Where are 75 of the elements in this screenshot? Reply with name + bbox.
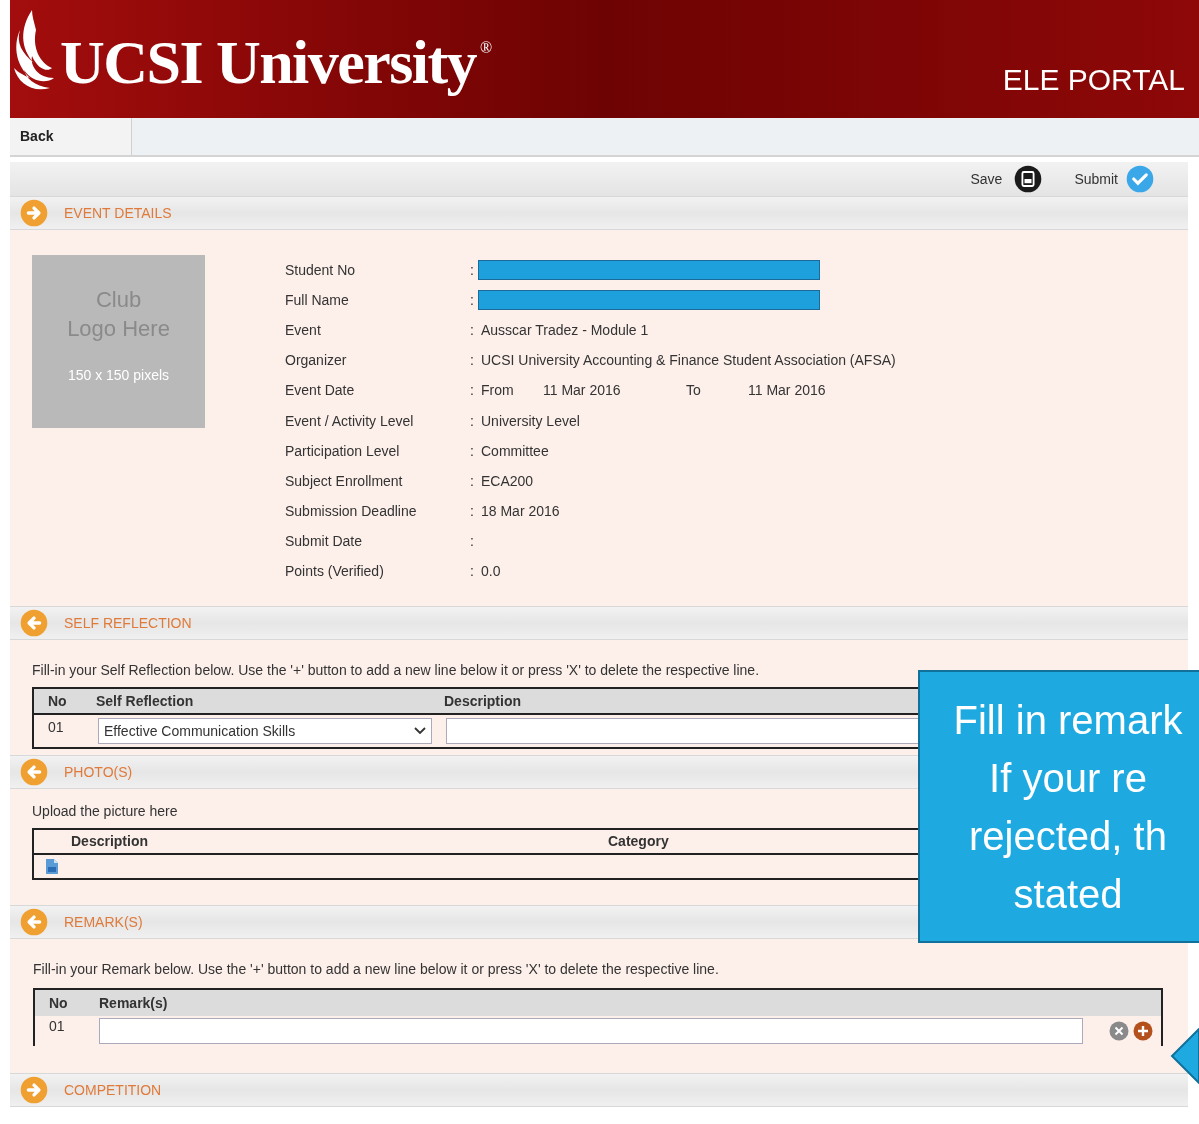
- column-header: Category: [608, 832, 669, 851]
- delete-icon[interactable]: [1109, 1021, 1129, 1041]
- field-value: 11 Mar 2016: [748, 381, 826, 401]
- registered-mark: ®: [479, 38, 493, 58]
- colon: :: [470, 441, 475, 461]
- field-value: 11 Mar 2016: [543, 381, 622, 401]
- colon: :: [470, 411, 475, 431]
- field-label: Organizer: [285, 351, 348, 371]
- instruction-text: Fill-in your Self Reflection below. Use the '+' button to add a new line below it or press 'X' to delete the respective line.: [32, 661, 761, 680]
- field-label: From: [481, 381, 515, 401]
- callout-text: Fill in remark: [953, 696, 1183, 744]
- field-label: Student No: [285, 260, 357, 280]
- check-icon: [1126, 165, 1154, 193]
- field-value: 18 Mar 2016: [481, 502, 560, 522]
- arrow-left-icon[interactable]: [20, 908, 48, 936]
- field-label: To: [686, 381, 702, 401]
- field-label: Event: [285, 320, 322, 340]
- instruction-text: Fill-in your Remark below. Use the '+' button to add a new line below it or press 'X' to delete the respective line.: [33, 960, 720, 979]
- save-button[interactable]: Save: [970, 165, 1043, 193]
- placeholder-size: 150 x 150 pixels: [67, 366, 170, 385]
- column-header: Description: [70, 832, 149, 851]
- callout-pointer-tooltip: [1170, 1028, 1199, 1084]
- section-title: EVENT DETAILS: [64, 203, 172, 223]
- colon: :: [470, 381, 475, 401]
- section-header[interactable]: COMPETITION: [10, 1073, 1188, 1107]
- instruction-text: Upload the picture here: [32, 802, 179, 821]
- self-reflection-select[interactable]: Effective Communication Skills: [98, 718, 432, 744]
- field-label: Participation Level: [285, 441, 401, 461]
- arrow-right-icon[interactable]: [20, 1076, 48, 1104]
- section-title: COMPETITION: [64, 1080, 162, 1100]
- row-number: 01: [48, 1017, 66, 1036]
- arrow-left-icon[interactable]: [20, 609, 48, 637]
- field-label: Full Name: [285, 290, 350, 310]
- field-value: 0.0: [481, 562, 501, 582]
- field-label: Event / Activity Level: [285, 411, 415, 431]
- field-value: ECA200: [481, 471, 534, 491]
- save-icon: [1014, 165, 1043, 193]
- file-upload-icon[interactable]: [44, 858, 60, 875]
- chevron-down-icon: [414, 727, 426, 735]
- field-value: Committee: [481, 441, 549, 461]
- colon: :: [470, 290, 475, 310]
- section-title: REMARK(S): [64, 912, 143, 932]
- field-value: Ausscar Tradez - Module 1: [481, 320, 649, 340]
- field-label: Subject Enrollment: [285, 471, 404, 491]
- column-header: No: [48, 993, 69, 1013]
- section-title: PHOTO(S): [64, 762, 133, 782]
- field-label: Points (Verified): [285, 562, 385, 582]
- colon: :: [470, 260, 475, 280]
- remark-input[interactable]: [99, 1018, 1083, 1044]
- submit-button[interactable]: Submit: [1074, 165, 1154, 193]
- portal-title: ELE PORTAL: [1002, 62, 1185, 98]
- field-value: UCSI University Accounting & Finance Student Association (AFSA): [481, 351, 896, 371]
- row-number: 01: [47, 718, 65, 737]
- section-header[interactable]: EVENT DETAILS: [10, 196, 1188, 230]
- colon: :: [470, 351, 475, 371]
- column-header: Remark(s): [99, 993, 168, 1013]
- field-label: Event Date: [285, 381, 356, 401]
- column-header: Description: [444, 691, 521, 711]
- section-title: SELF REFLECTION: [64, 613, 192, 633]
- field-value: University Level: [481, 411, 580, 431]
- colon: :: [470, 532, 475, 552]
- add-icon[interactable]: [1133, 1021, 1153, 1041]
- colon: :: [470, 562, 475, 582]
- column-header: No: [47, 691, 68, 711]
- callout-text: rejected, th: [969, 812, 1167, 860]
- arrow-left-icon[interactable]: [20, 758, 48, 786]
- section-header[interactable]: SELF REFLECTION: [10, 606, 1188, 640]
- arrow-right-icon[interactable]: [20, 199, 48, 227]
- colon: :: [470, 320, 475, 340]
- field-label: Submission Deadline: [285, 502, 418, 522]
- back-button[interactable]: Back: [10, 118, 132, 155]
- field-label: Submit Date: [285, 532, 364, 552]
- colon: :: [470, 502, 475, 522]
- column-header: Self Reflection: [96, 691, 195, 711]
- colon: :: [470, 471, 475, 491]
